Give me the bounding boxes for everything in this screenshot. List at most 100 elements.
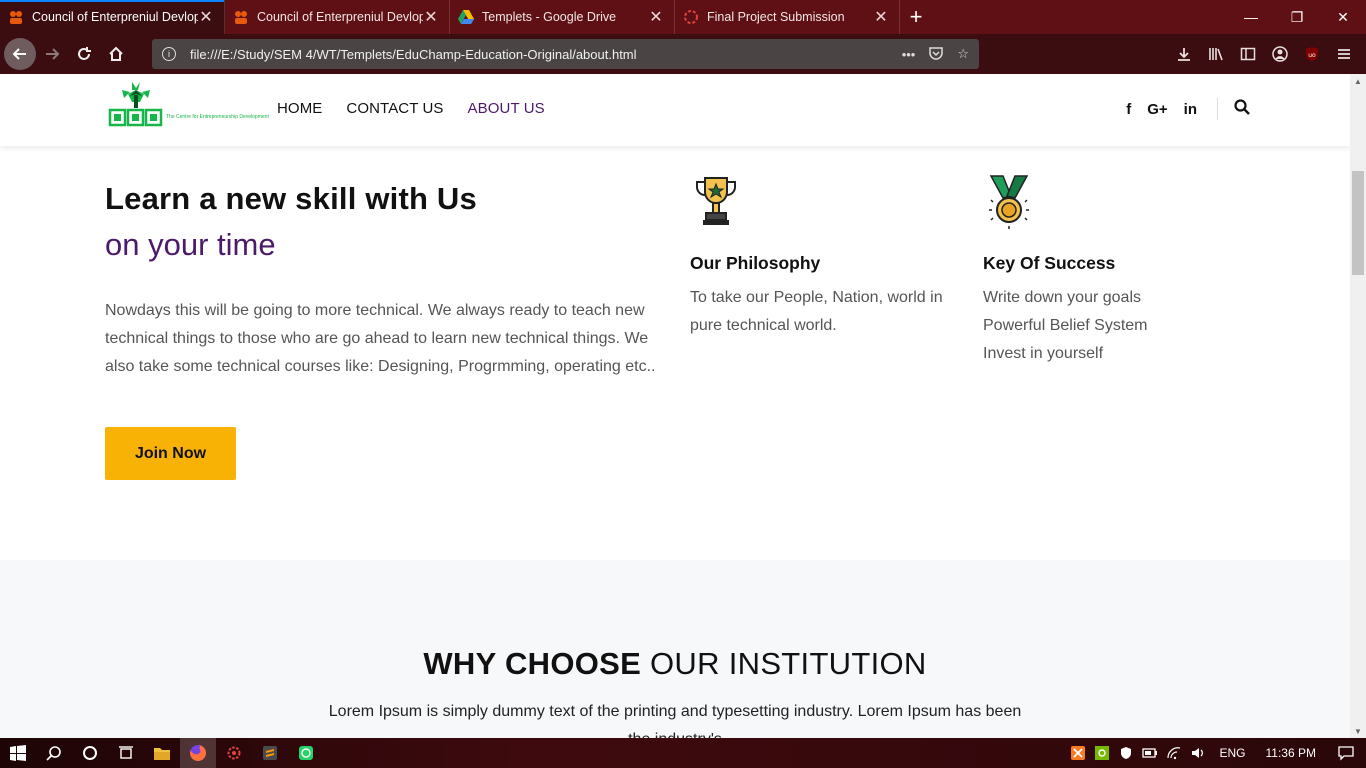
- windows-start-icon[interactable]: [0, 738, 36, 768]
- scroll-up-icon[interactable]: ▲: [1350, 74, 1366, 88]
- url-text: file:///E:/Study/SEM 4/WT/Templets/EduCh…: [190, 46, 637, 62]
- section-description: Lorem Ipsum is simply dummy text of the …: [328, 703, 1022, 738]
- ced-logo-icon: [233, 9, 249, 25]
- system-tray: ENG 11:36 PM: [1066, 745, 1366, 761]
- notifications-icon[interactable]: [1326, 745, 1366, 761]
- page-viewport: The Centre for Entrepreneurship Developm…: [0, 74, 1350, 738]
- logo-tagline: The Centre for Entrepreneurship Developm…: [166, 114, 269, 120]
- join-now-button[interactable]: Join Now: [105, 427, 236, 480]
- info-icon[interactable]: i: [162, 47, 176, 61]
- xampp-icon[interactable]: [1066, 746, 1090, 760]
- feature-line: pure technical world.: [690, 317, 837, 334]
- cortana-icon[interactable]: [72, 738, 108, 768]
- new-tab-button[interactable]: +: [900, 0, 932, 34]
- back-icon[interactable]: [4, 38, 36, 70]
- sublime-text-icon[interactable]: [252, 738, 288, 768]
- close-icon[interactable]: ✕: [873, 7, 889, 27]
- search-icon[interactable]: [36, 738, 72, 768]
- why-choose-section: WHY CHOOSE OUR INSTITUTION Lorem Ipsum i…: [0, 560, 1350, 738]
- task-view-icon[interactable]: [108, 738, 144, 768]
- menu-icon[interactable]: [1330, 40, 1358, 68]
- forward-icon[interactable]: [36, 38, 68, 70]
- hero-subtitle: on your time: [105, 227, 276, 262]
- hero-description: Nowdays this will be going to more techn…: [105, 302, 656, 375]
- feature-text: To take our People, Nation, world in pur…: [690, 284, 970, 340]
- loading-spinner-icon: [683, 9, 699, 25]
- window-controls: — ❐ ✕: [1228, 0, 1366, 34]
- reload-icon[interactable]: [68, 38, 100, 70]
- main-nav: HOME CONTACT US ABOUT US: [277, 100, 545, 117]
- bookmark-star-icon[interactable]: ☆: [957, 46, 969, 62]
- trophy-icon: [696, 177, 736, 225]
- scrollbar-thumb[interactable]: [1352, 171, 1364, 275]
- browser-tab[interactable]: Final Project Submission ✕: [675, 0, 900, 34]
- home-icon[interactable]: [100, 38, 132, 70]
- feature-key-of-success: Key Of Success Write down your goals Pow…: [983, 174, 1263, 368]
- browser-tab-strip: Council of Enterpreniul Devlopmen ✕ Coun…: [0, 0, 1366, 34]
- close-icon[interactable]: ✕: [423, 7, 439, 27]
- language-indicator[interactable]: ENG: [1210, 746, 1256, 760]
- wifi-icon[interactable]: [1162, 746, 1186, 760]
- taskbar: ENG 11:36 PM: [0, 738, 1366, 768]
- library-icon[interactable]: [1202, 40, 1230, 68]
- scroll-down-icon[interactable]: ▼: [1350, 724, 1366, 738]
- restore-icon[interactable]: ❐: [1274, 0, 1320, 34]
- nvidia-icon[interactable]: [1090, 746, 1114, 760]
- browser-tab[interactable]: Council of Enterpreniul Devlopmen ✕: [225, 0, 450, 34]
- nav-contact-us[interactable]: CONTACT US: [346, 100, 443, 117]
- feature-line: To take our People, Nation, world in: [690, 289, 943, 306]
- google-drive-icon: [458, 9, 474, 25]
- section-title: WHY CHOOSE OUR INSTITUTION: [0, 646, 1350, 682]
- browser-toolbar: i file:///E:/Study/SEM 4/WT/Templets/Edu…: [0, 34, 1366, 74]
- svg-text:uo: uo: [1308, 52, 1316, 59]
- more-actions-icon[interactable]: •••: [902, 47, 916, 62]
- section-title-bold: WHY CHOOSE: [423, 646, 642, 681]
- facebook-icon[interactable]: f: [1126, 101, 1131, 118]
- hero-title: Learn a new skill with Us: [105, 181, 477, 216]
- settings-gear-icon[interactable]: [216, 738, 252, 768]
- firefox-icon[interactable]: [180, 738, 216, 768]
- ublock-icon[interactable]: uo: [1298, 40, 1326, 68]
- medal-icon: [989, 175, 1029, 229]
- ced-logo-icon: [8, 9, 24, 25]
- clock[interactable]: 11:36 PM: [1256, 746, 1326, 760]
- download-icon[interactable]: [1170, 40, 1198, 68]
- close-window-icon[interactable]: ✕: [1320, 0, 1366, 34]
- tab-title: Council of Enterpreniul Devlopmen: [257, 10, 423, 24]
- browser-tab[interactable]: Templets - Google Drive ✕: [450, 0, 675, 34]
- file-explorer-icon[interactable]: [144, 738, 180, 768]
- divider: [1217, 98, 1218, 120]
- linkedin-icon[interactable]: in: [1184, 101, 1197, 118]
- minimize-icon[interactable]: —: [1228, 0, 1274, 34]
- section-title-rest: OUR INSTITUTION: [641, 646, 927, 681]
- tab-title: Final Project Submission: [707, 10, 845, 24]
- hero-section: Learn a new skill with Us on your time N…: [105, 181, 665, 381]
- browser-toolbar-right: uo: [1170, 40, 1366, 68]
- pocket-icon[interactable]: [929, 46, 944, 63]
- nav-about-us[interactable]: ABOUT US: [468, 100, 545, 117]
- social-links: f G+ in: [1110, 98, 1250, 120]
- battery-icon[interactable]: [1138, 747, 1162, 759]
- shield-icon[interactable]: [1114, 746, 1138, 760]
- search-icon[interactable]: [1234, 99, 1250, 119]
- feature-philosophy: Our Philosophy To take our People, Natio…: [690, 174, 970, 340]
- nav-home[interactable]: HOME: [277, 100, 322, 117]
- feature-text: Write down your goals Powerful Belief Sy…: [983, 284, 1263, 368]
- volume-icon[interactable]: [1186, 746, 1210, 760]
- browser-tab[interactable]: Council of Enterpreniul Devlopmen ✕: [0, 0, 225, 34]
- tab-title: Templets - Google Drive: [482, 10, 617, 24]
- account-icon[interactable]: [1266, 40, 1294, 68]
- whatsapp-icon[interactable]: [288, 738, 324, 768]
- site-logo[interactable]: The Centre for Entrepreneurship Developm…: [108, 80, 269, 134]
- feature-title: Key Of Success: [983, 253, 1116, 273]
- close-icon[interactable]: ✕: [198, 7, 214, 27]
- feature-line: Invest in yourself: [983, 345, 1104, 362]
- sidebar-icon[interactable]: [1234, 40, 1262, 68]
- tab-title: Council of Enterpreniul Devlopmen: [32, 10, 198, 24]
- google-plus-icon[interactable]: G+: [1147, 101, 1167, 118]
- feature-title: Our Philosophy: [690, 253, 821, 273]
- feature-line: Write down your goals: [983, 289, 1141, 306]
- address-bar[interactable]: i file:///E:/Study/SEM 4/WT/Templets/Edu…: [152, 39, 979, 69]
- page-scrollbar[interactable]: ▲ ▼: [1350, 74, 1366, 738]
- close-icon[interactable]: ✕: [648, 7, 664, 27]
